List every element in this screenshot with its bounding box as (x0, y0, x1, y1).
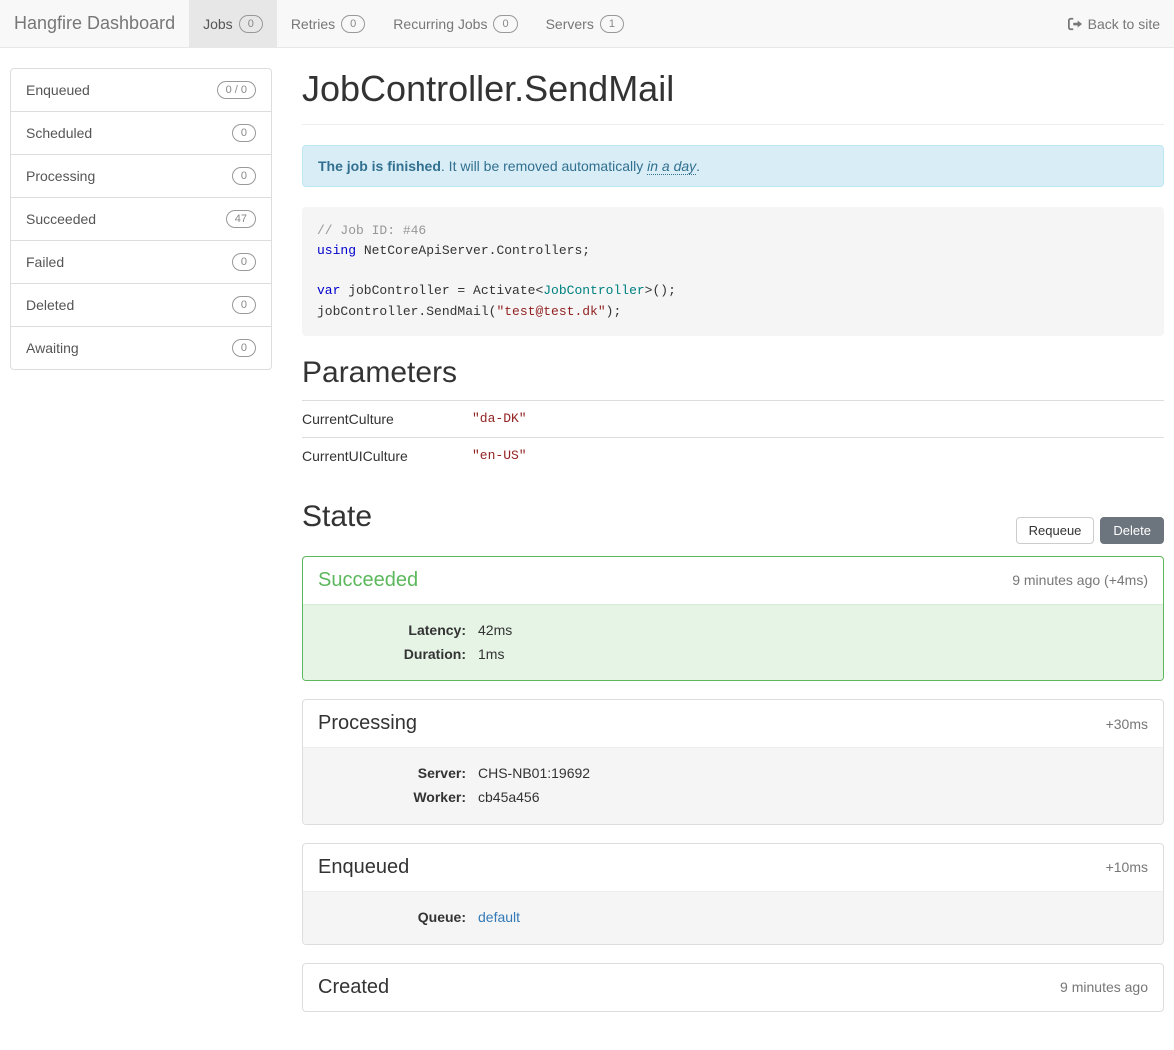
parameters-heading: Parameters (302, 356, 1164, 390)
nav-tab-label: Retries (291, 16, 335, 32)
requeue-button[interactable]: Requeue (1016, 517, 1095, 544)
code-text: ); (606, 304, 622, 319)
parameters-table: CurrentCulture "da-DK" CurrentUICulture … (302, 400, 1164, 474)
sign-out-icon (1068, 17, 1082, 31)
kv-key: Duration: (318, 643, 478, 667)
main-content: JobController.SendMail The job is finish… (302, 68, 1164, 1030)
sidebar-item-label: Enqueued (26, 82, 90, 98)
state-time: 9 minutes ago (+4ms) (1012, 572, 1148, 588)
code-text: jobController = Activate< (340, 283, 543, 298)
sidebar-item-count: 0 (232, 253, 256, 271)
state-time: +10ms (1106, 859, 1148, 875)
sidebar-item-label: Scheduled (26, 125, 92, 141)
brand-link[interactable]: Hangfire Dashboard (14, 13, 175, 34)
kv-key: Latency: (318, 619, 478, 643)
sidebar-item-count: 47 (226, 210, 256, 228)
table-row: CurrentUICulture "en-US" (302, 437, 1164, 474)
nav-tab-servers[interactable]: Servers 1 (532, 0, 638, 48)
code-text: jobController.SendMail( (317, 304, 496, 319)
page-title: JobController.SendMail (302, 68, 1164, 110)
param-value: "da-DK" (472, 400, 1164, 437)
sidebar-item-label: Awaiting (26, 340, 79, 356)
back-to-site-label: Back to site (1088, 16, 1160, 32)
sidebar-item-succeeded[interactable]: Succeeded 47 (11, 198, 271, 241)
nav-tab-recurring[interactable]: Recurring Jobs 0 (379, 0, 531, 48)
code-text: >(); (645, 283, 676, 298)
sidebar-item-count: 0 (232, 167, 256, 185)
state-card-created: Created 9 minutes ago (302, 963, 1164, 1012)
nav-tab-label: Servers (546, 16, 594, 32)
kv-value: 42ms (478, 619, 512, 643)
kv-value: CHS-NB01:19692 (478, 762, 590, 786)
alert-time: in a day (647, 158, 696, 175)
sidebar-item-awaiting[interactable]: Awaiting 0 (11, 327, 271, 369)
queue-link[interactable]: default (478, 909, 520, 925)
job-code: // Job ID: #46 using NetCoreApiServer.Co… (302, 207, 1164, 336)
sidebar-item-failed[interactable]: Failed 0 (11, 241, 271, 284)
alert-end: . (696, 158, 700, 174)
nav-tab-count: 0 (239, 15, 263, 33)
state-header: State Requeue Delete (302, 500, 1164, 544)
sidebar-item-label: Succeeded (26, 211, 96, 227)
navbar: Hangfire Dashboard Jobs 0 Retries 0 Recu… (0, 0, 1174, 48)
state-name: Enqueued (318, 856, 409, 879)
sidebar-item-processing[interactable]: Processing 0 (11, 155, 271, 198)
nav-tab-count: 0 (493, 15, 517, 33)
navbar-tabs: Jobs 0 Retries 0 Recurring Jobs 0 Server… (189, 0, 1068, 48)
kv-value: cb45a456 (478, 786, 540, 810)
sidebar-item-label: Failed (26, 254, 64, 270)
nav-tab-retries[interactable]: Retries 0 (277, 0, 379, 48)
state-actions: Requeue Delete (1016, 517, 1164, 544)
nav-tab-count: 1 (600, 15, 624, 33)
sidebar: Enqueued 0 / 0 Scheduled 0 Processing 0 … (10, 68, 272, 370)
kv-value: 1ms (478, 643, 504, 667)
nav-tab-jobs[interactable]: Jobs 0 (189, 0, 277, 48)
code-type: JobController (543, 283, 644, 298)
sidebar-item-count: 0 (232, 339, 256, 357)
kv-key: Worker: (318, 786, 478, 810)
back-to-site-link[interactable]: Back to site (1068, 16, 1160, 32)
state-time: 9 minutes ago (1060, 979, 1148, 995)
code-keyword: using (317, 243, 356, 258)
state-heading: State (302, 500, 372, 534)
delete-button[interactable]: Delete (1100, 517, 1164, 544)
state-card-processing: Processing +30ms Server:CHS-NB01:19692 W… (302, 699, 1164, 825)
nav-tab-count: 0 (341, 15, 365, 33)
sidebar-item-count: 0 (232, 296, 256, 314)
kv-key: Queue: (318, 906, 478, 930)
state-name: Succeeded (318, 569, 418, 592)
sidebar-item-label: Deleted (26, 297, 74, 313)
job-finished-alert: The job is finished. It will be removed … (302, 145, 1164, 187)
code-text: NetCoreApiServer.Controllers; (356, 243, 590, 258)
code-comment: // Job ID: #46 (317, 223, 426, 238)
code-string: "test@test.dk" (496, 304, 605, 319)
state-name: Created (318, 976, 389, 999)
state-card-enqueued: Enqueued +10ms Queue:default (302, 843, 1164, 945)
sidebar-item-deleted[interactable]: Deleted 0 (11, 284, 271, 327)
sidebar-item-scheduled[interactable]: Scheduled 0 (11, 112, 271, 155)
table-row: CurrentCulture "da-DK" (302, 400, 1164, 437)
sidebar-item-count: 0 (232, 124, 256, 142)
state-card-succeeded: Succeeded 9 minutes ago (+4ms) Latency:4… (302, 556, 1164, 682)
kv-key: Server: (318, 762, 478, 786)
param-key: CurrentUICulture (302, 437, 472, 474)
sidebar-item-count: 0 / 0 (217, 81, 256, 99)
sidebar-item-enqueued[interactable]: Enqueued 0 / 0 (11, 69, 271, 112)
nav-tab-label: Recurring Jobs (393, 16, 487, 32)
state-time: +30ms (1106, 716, 1148, 732)
divider (302, 124, 1164, 125)
alert-strong: The job is finished (318, 158, 441, 174)
param-key: CurrentCulture (302, 400, 472, 437)
nav-tab-label: Jobs (203, 16, 233, 32)
code-keyword: var (317, 283, 340, 298)
alert-text: . It will be removed automatically (441, 158, 647, 174)
sidebar-item-label: Processing (26, 168, 95, 184)
state-name: Processing (318, 712, 417, 735)
param-value: "en-US" (472, 437, 1164, 474)
